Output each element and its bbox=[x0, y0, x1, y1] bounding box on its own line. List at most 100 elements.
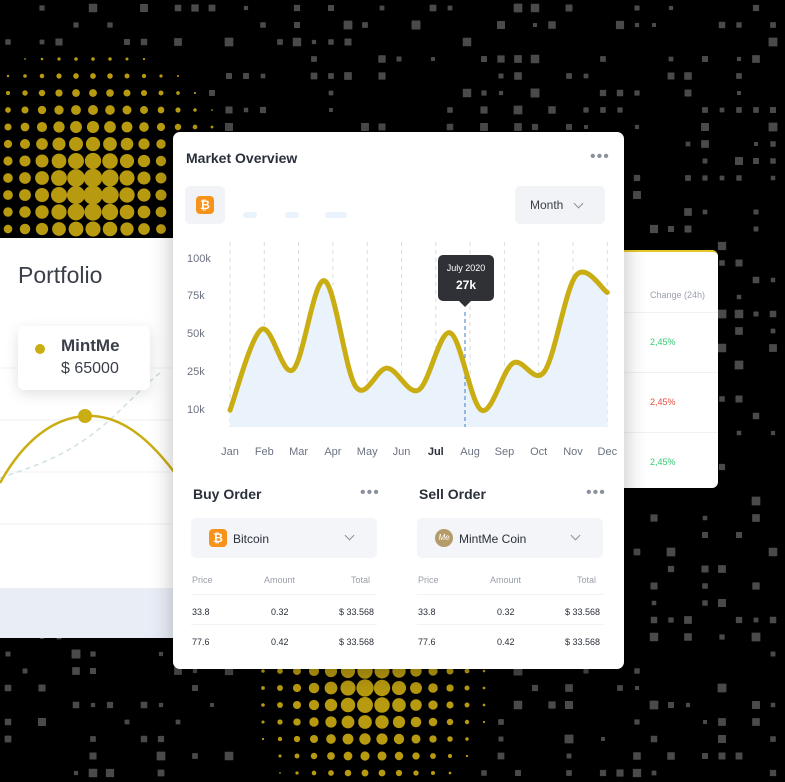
halftone-dot bbox=[3, 173, 13, 183]
halftone-dot bbox=[177, 75, 179, 77]
halftone-dot bbox=[377, 751, 387, 761]
halftone-dot bbox=[157, 735, 165, 743]
halftone-dot bbox=[651, 770, 657, 776]
halftone-dot bbox=[667, 752, 675, 760]
halftone-dot bbox=[142, 57, 146, 61]
halftone-dot bbox=[413, 770, 419, 776]
halftone-dot bbox=[122, 105, 132, 115]
halftone-dot bbox=[770, 736, 776, 742]
portfolio-point[interactable] bbox=[78, 409, 92, 423]
halftone-dot bbox=[343, 20, 353, 30]
halftone-dot bbox=[308, 682, 320, 694]
halftone-dot bbox=[83, 168, 103, 188]
halftone-dot bbox=[356, 679, 374, 697]
halftone-dot bbox=[633, 752, 641, 760]
halftone-dot bbox=[85, 221, 101, 237]
halftone-dot bbox=[191, 4, 199, 12]
halftone-dot bbox=[531, 123, 539, 131]
halftone-dot bbox=[650, 616, 658, 624]
halftone-dot bbox=[599, 769, 607, 777]
halftone-dot bbox=[39, 5, 45, 11]
halftone-dot bbox=[685, 702, 691, 708]
halftone-dot bbox=[90, 702, 96, 708]
halftone-dot bbox=[51, 204, 67, 220]
halftone-dot bbox=[752, 514, 760, 522]
legend-dot-icon bbox=[35, 344, 45, 354]
halftone-dot bbox=[753, 617, 759, 623]
halftone-dot bbox=[702, 719, 708, 725]
halftone-dot bbox=[210, 125, 214, 129]
halftone-dot bbox=[209, 90, 215, 96]
sell-coin-select[interactable]: Me MintMe Coin bbox=[417, 518, 603, 558]
column-header-price: Price bbox=[192, 575, 213, 585]
halftone-dot bbox=[634, 685, 640, 691]
halftone-dot bbox=[86, 120, 100, 134]
halftone-dot bbox=[192, 124, 198, 130]
halftone-dot bbox=[105, 105, 115, 115]
halftone-dot bbox=[616, 89, 624, 97]
halftone-dot bbox=[158, 651, 164, 657]
more-options-icon[interactable]: ••• bbox=[360, 485, 380, 501]
halftone-dot bbox=[428, 683, 438, 693]
halftone-dot bbox=[36, 121, 48, 133]
halftone-dot bbox=[667, 565, 675, 573]
table-cell: $ 33.568 bbox=[565, 637, 601, 647]
halftone-dot bbox=[650, 582, 658, 590]
halftone-dot bbox=[768, 122, 778, 132]
halftone-dot bbox=[717, 683, 727, 693]
mintme-coin-icon: Me bbox=[435, 529, 453, 547]
x-tick-label: Feb bbox=[255, 446, 274, 458]
portfolio-tooltip: MintMe $ 65000 bbox=[18, 326, 150, 390]
halftone-dot bbox=[261, 686, 265, 690]
halftone-dot bbox=[753, 209, 759, 215]
halftone-dot bbox=[650, 514, 658, 522]
halftone-dot bbox=[736, 294, 742, 300]
halftone-dot bbox=[770, 702, 776, 708]
halftone-dot bbox=[19, 223, 31, 235]
halftone-dot bbox=[277, 719, 283, 725]
more-options-icon[interactable]: ••• bbox=[586, 485, 606, 501]
halftone-dot bbox=[328, 107, 334, 113]
halftone-dot bbox=[684, 633, 692, 641]
halftone-dot bbox=[72, 667, 80, 675]
halftone-dot bbox=[752, 412, 760, 420]
buy-coin-select[interactable]: ₿ Bitcoin bbox=[191, 518, 377, 558]
halftone-dot bbox=[430, 753, 436, 759]
halftone-dot bbox=[157, 769, 165, 777]
halftone-dot bbox=[736, 22, 742, 28]
halftone-dot bbox=[702, 600, 708, 606]
halftone-dot bbox=[54, 105, 64, 115]
change-row: 2,45% bbox=[612, 372, 718, 407]
halftone-dot bbox=[3, 156, 13, 166]
halftone-dot bbox=[68, 221, 84, 237]
halftone-dot bbox=[634, 124, 640, 130]
halftone-dot bbox=[261, 669, 265, 673]
halftone-dot bbox=[224, 122, 234, 132]
halftone-dot bbox=[429, 735, 437, 743]
halftone-dot bbox=[615, 20, 625, 30]
halftone-dot bbox=[751, 632, 761, 642]
halftone-dot bbox=[309, 734, 319, 744]
halftone-dot bbox=[752, 276, 760, 284]
halftone-dot bbox=[702, 532, 708, 538]
halftone-dot bbox=[649, 224, 659, 234]
halftone-dot bbox=[192, 668, 198, 674]
halftone-dot bbox=[294, 753, 300, 759]
halftone-dot bbox=[498, 736, 504, 742]
halftone-dot bbox=[770, 277, 776, 283]
halftone-dot bbox=[156, 122, 166, 132]
halftone-dot bbox=[141, 73, 147, 79]
halftone-dot bbox=[295, 771, 299, 775]
halftone-dot bbox=[107, 22, 113, 28]
chart-tooltip-value: 27k bbox=[456, 278, 476, 292]
halftone-dot bbox=[583, 668, 589, 674]
x-tick-label: Nov bbox=[563, 446, 583, 458]
divider bbox=[417, 594, 603, 595]
halftone-dot bbox=[702, 209, 708, 215]
halftone-dot bbox=[769, 616, 777, 624]
table-cell: 0.32 bbox=[271, 607, 289, 617]
halftone-dot bbox=[668, 702, 674, 708]
x-tick-label: Oct bbox=[530, 446, 547, 458]
halftone-dot bbox=[101, 203, 119, 221]
halftone-dot bbox=[684, 616, 692, 624]
